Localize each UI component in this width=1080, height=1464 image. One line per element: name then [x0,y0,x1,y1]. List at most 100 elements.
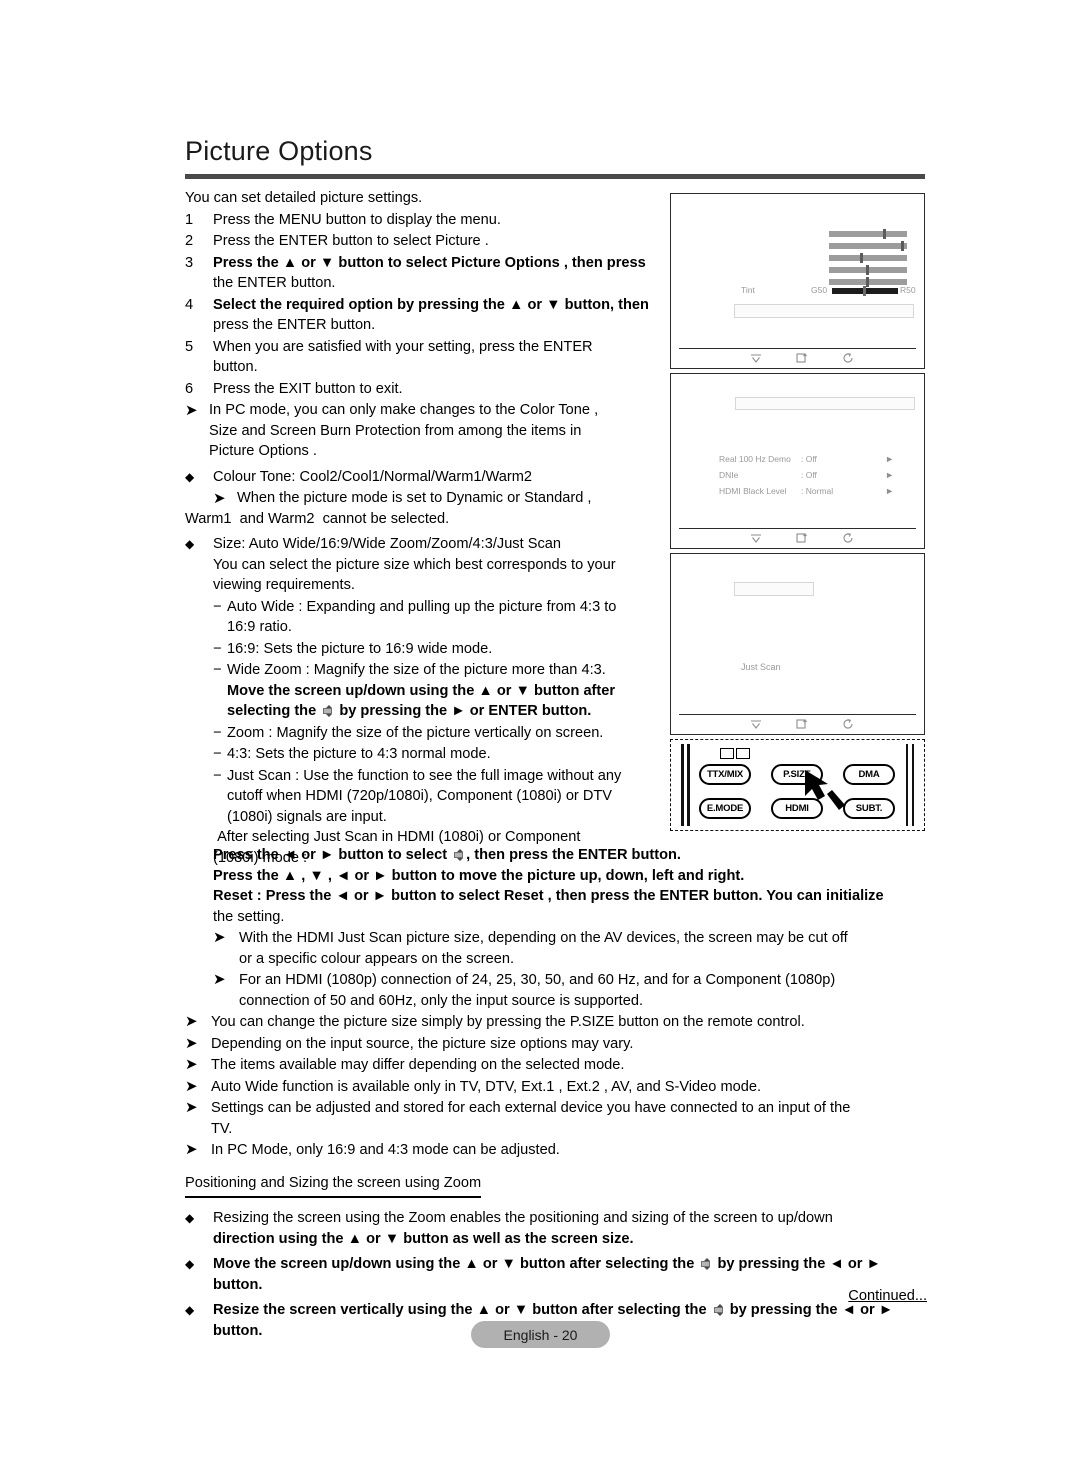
remote-button-dma[interactable]: DMA [843,764,895,785]
press-line-1-post: , then press the ENTER button. [466,847,681,863]
arrow-note-icon: ➤ [185,1056,198,1073]
bullet-size: ◆ Size: Auto Wide/16:9/Wide Zoom/Zoom/4:… [185,534,663,555]
note-hdmi-1080p: ➤ For an HDMI (1080p) connection of 24, … [185,970,927,1011]
size-item-just-scan: − Just Scan : Use the function to see th… [185,766,663,828]
step-text-main: When you are satisfied with your setting… [213,338,593,355]
osd-row-value: : Off [801,469,817,480]
zoom-item-line2: button. [213,1276,263,1293]
size-item-label: 16:9: Sets the picture to 16:9 wide mode… [227,640,493,657]
osd-slider-5 [829,277,907,287]
osd-row-hdmi-black-level[interactable]: HDMI Black Level : Normal ► [719,484,894,497]
note-line-cont: connection of 50 and 60Hz, only the inpu… [239,992,644,1009]
step-5: 5 When you are satisfied with your setti… [185,337,663,378]
size-item-label: Auto Wide : Expanding and pulling up the… [227,598,617,615]
slider-thumb [866,265,869,275]
cursor-arrow-icon [805,770,845,810]
zoom-item-line1-pre: Resize the screen vertically using the ▲… [213,1302,711,1318]
step-6: 6 Press the EXIT button to exit. [185,379,663,400]
step-text-bold: Select the required option by pressing t… [213,296,649,313]
step-number: 2 [185,233,194,249]
resize-pad-icon [713,1304,724,1316]
zoom-item-line2: direction using the ▲ or ▼ button as wel… [213,1230,634,1247]
size-item-4-3: − 4:3: Sets the picture to 4:3 normal mo… [185,744,663,765]
dash-bullet-icon: − [213,724,222,741]
osd-row-real-100hz-demo[interactable]: Real 100 Hz Demo : Off ► [719,452,894,465]
page-footer-label: English - 20 [503,1326,578,1343]
step-text: Press the EXIT button to exit. [213,380,403,397]
remote-button-label: DMA [858,769,880,780]
step-1: 1 Press the MENU button to display the m… [185,210,663,231]
step-text-cont: press the ENTER button. [213,317,376,333]
slider-thumb-tint [863,286,866,296]
size-item-auto-wide: − Auto Wide : Expanding and pulling up t… [185,597,663,638]
note-line-cont: or a specific colour appears on the scre… [239,950,515,967]
osd-row-value: : Off [801,453,817,464]
step-2: 2 Press the ENTER button to select Pictu… [185,231,663,252]
manual-page: Picture Options You can set detailed pic… [0,0,1080,1464]
osd-row-label: HDMI Black Level [719,485,787,496]
size-desc-1: You can select the picture size which be… [213,556,616,573]
size-item-cont: (1080i) signals are input. [227,808,387,825]
osd-nav-divider [679,528,916,529]
zoom-item-line1-pre: Move the screen up/down using the ▲ or ▼… [213,1256,699,1272]
note-colour-tone: ➤ When the picture mode is set to Dynami… [185,488,663,509]
osd-highlight-bar [735,397,915,410]
osd-nav-divider [679,348,916,349]
note-pc-mode: ➤ In PC mode, you can only make changes … [185,400,663,462]
size-item-16-9: − 16:9: Sets the picture to 16:9 wide mo… [185,639,663,660]
size-item-label: Wide Zoom : Magnify the size of the pict… [227,662,606,678]
osd-highlight-bar [734,582,814,596]
osd-size-value: Just Scan [741,662,781,672]
diamond-bullet-icon: ◆ [185,1257,195,1271]
diamond-bullet-icon: ◆ [185,1303,195,1317]
tint-label: Tint [741,285,755,295]
teletext-icon [720,748,750,759]
dash-bullet-icon: − [213,767,222,784]
size-item-wide-zoom: − Wide Zoom : Magnify the size of the pi… [185,660,663,722]
zoom-item-line1: Resizing the screen using the Zoom enabl… [213,1210,833,1226]
note-text: The items available may differ depending… [211,1057,625,1073]
remote-button-e-mode[interactable]: E.MODE [699,798,751,819]
note-text: When the picture mode is set to Dynamic … [237,488,663,509]
osd-row-dnie[interactable]: DNIe : Off ► [719,468,894,481]
press-line-3-cont: the setting. [213,908,285,925]
step-text: Press the ENTER button to select Picture… [213,233,489,249]
tint-right-label: R50 [900,285,916,295]
press-line-3: Reset : Press the ◄ or ► button to selec… [213,888,884,904]
page-footer-badge: English - 20 [471,1321,610,1348]
remote-right-edge [911,744,914,826]
press-line-1: Press the ◄ or ► button to select , then… [185,845,927,866]
osd-row-value: : Normal [801,485,834,496]
note-line: When the picture mode is set to Dynamic … [237,490,592,506]
note-colour-tone-cont: Warm1 and Warm2 cannot be selected. [185,510,450,527]
dash-bullet-icon: − [213,640,222,657]
note-line: Size and Screen Burn Protection from amo… [209,422,582,439]
page-title: Picture Options [185,136,373,166]
arrow-note-icon: ➤ [213,490,226,507]
enter-icon [796,719,807,729]
note-psize-button: ➤ You can change the picture size simply… [185,1012,927,1033]
arrow-note-icon: ➤ [185,402,198,419]
arrow-note-icon: ➤ [185,1013,198,1030]
remote-button-label: SUBT. [855,803,883,814]
size-item-zoom: − Zoom : Magnify the size of the picture… [185,723,663,744]
osd-slider-tint [832,286,898,296]
wide-zoom-extra-2-post: by pressing the ► or ENTER button. [335,703,592,719]
continued-label: Continued... [848,1288,927,1304]
intro-text: You can set detailed picture settings. [185,190,423,206]
press-line-1-pre: Press the ◄ or ► button to select [213,847,452,863]
osd-slider-1 [829,229,907,239]
note-text: Depending on the input source, the pictu… [211,1035,634,1052]
remote-button-ttx-mix[interactable]: TTX/MIX [699,764,751,785]
note-line: For an HDMI (1080p) connection of 24, 25… [239,972,836,988]
step-number: 4 [185,296,194,313]
arrow-note-icon: ➤ [185,1077,198,1095]
note-text: With the HDMI Just Scan picture size, de… [239,928,927,969]
arrow-note-icon: ➤ [213,929,226,946]
step-number: 3 [185,254,194,271]
step-number: 5 [185,338,194,355]
diamond-bullet-icon: ◆ [185,1211,195,1225]
remote-button-subt[interactable]: SUBT. [843,798,895,819]
note-text: You can change the picture size simply b… [211,1014,805,1030]
size-item-label: Zoom : Magnify the size of the picture v… [227,724,604,741]
